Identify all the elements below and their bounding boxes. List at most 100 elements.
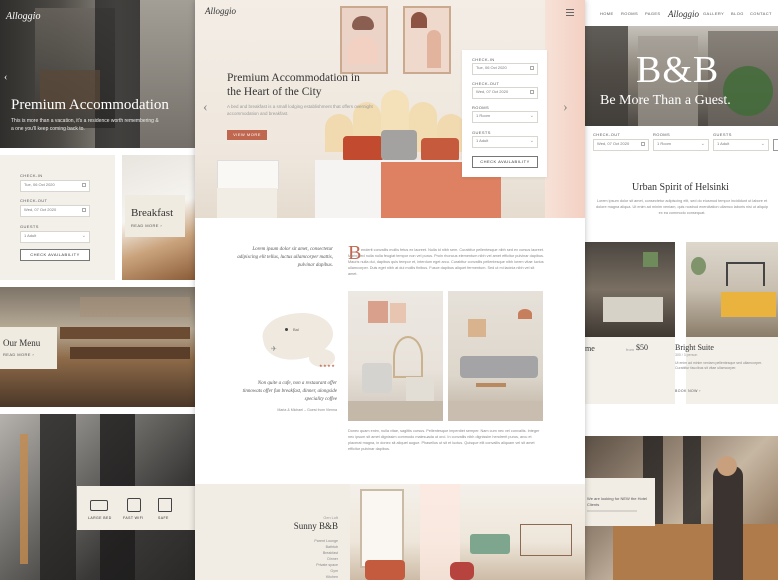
room-name-2: Bright Suite xyxy=(675,343,714,352)
safe-icon xyxy=(158,498,172,512)
nav-blog[interactable]: BLOG xyxy=(731,11,744,16)
amenity-label: FAST WIFI xyxy=(123,516,144,520)
right-hero: B&B Be More Than a Guest. xyxy=(583,26,778,126)
wifi-icon xyxy=(127,498,141,512)
calendar-icon xyxy=(530,90,534,94)
calendar-icon xyxy=(82,183,86,187)
checkout-field[interactable]: Wed, 07 Oct 2020 xyxy=(593,139,649,151)
guests-select[interactable]: 1 Adult ⌄ xyxy=(713,139,769,151)
breakfast-card: Breakfast READ MORE › xyxy=(122,155,195,280)
center-logo[interactable]: Alloggio xyxy=(205,6,236,16)
right-hero-subtitle: Be More Than a Guest. xyxy=(600,93,731,108)
rooms-select[interactable]: 1 Room ⌄ xyxy=(472,111,538,123)
view-more-button[interactable]: VIEW MORE xyxy=(227,130,267,140)
nav-contact[interactable]: CONTACT xyxy=(750,11,772,16)
guests-label: GUESTS xyxy=(713,132,732,137)
nav-rooms[interactable]: ROOMS xyxy=(621,11,638,16)
nav-gallery[interactable]: GALLERY xyxy=(703,11,724,16)
left-hero: Alloggio ‹ Premium Accommodation This is… xyxy=(0,0,195,148)
checkin-field[interactable]: Tue, 06 Oct 2020 xyxy=(20,180,90,192)
right-booking-form: CHECK-OUT Wed, 07 Oct 2020 ROOMS 1 Room ⌄… xyxy=(583,126,778,154)
chevron-down-icon: ⌄ xyxy=(529,138,534,144)
left-logo[interactable]: Alloggio xyxy=(6,11,40,22)
map-label: Bal xyxy=(293,327,299,332)
menu-caption-box: Our Menu READ MORE › xyxy=(0,327,57,369)
large-bed-icon xyxy=(90,500,108,511)
promo-text: We are looking for NEW the Hotel Clients xyxy=(587,496,647,507)
guests-label: GUESTS xyxy=(472,130,491,135)
map-pin-icon xyxy=(285,328,288,331)
checkin-value: Tue, 06 Oct 2020 xyxy=(24,182,55,187)
intro-right-text: enderit convallis mollis fetus ex laoree… xyxy=(348,248,544,276)
checkout-value: Wed, 07 Oct 2020 xyxy=(476,89,509,94)
submit-button[interactable] xyxy=(773,139,778,151)
room-image-1 xyxy=(583,242,675,337)
rating-stars: ★★★★ xyxy=(319,363,336,368)
interior-photo-2 xyxy=(448,291,543,421)
checkout-value: Wed, 07 Oct 2020 xyxy=(597,141,630,146)
checkin-label: CHECK-IN xyxy=(472,57,495,62)
room-caption-2: Bright Suite 300 / 3 person Ut enim ad m… xyxy=(675,337,778,404)
rooms-select[interactable]: 1 Room ⌄ xyxy=(653,139,709,151)
feature-item: Kitchen xyxy=(326,575,338,579)
checkout-label: CHECK-OUT xyxy=(20,198,48,203)
quote-author: Maria & Michael – Guest from Vienna xyxy=(277,408,337,412)
room-caption-1: ome from $50 xyxy=(583,337,675,404)
right-hero-big: B&B xyxy=(636,49,720,91)
guests-value: 1 Adult xyxy=(476,138,489,143)
center-prev-arrow-icon[interactable]: ‹ xyxy=(203,100,208,116)
checkout-value: Wed, 07 Oct 2020 xyxy=(24,207,57,212)
nav-home[interactable]: HOME xyxy=(600,11,614,16)
breakfast-title: Breakfast xyxy=(131,207,174,219)
amenity-label: SAFE xyxy=(158,516,169,520)
center-page: Premium Accommodation in the Heart of th… xyxy=(195,0,585,580)
nav-pages[interactable]: PAGES xyxy=(645,11,661,16)
left-prev-arrow-icon[interactable]: ‹ xyxy=(4,72,7,83)
guests-value: 1 Adult xyxy=(717,141,730,146)
amenity-label: LARGE BED xyxy=(88,516,112,520)
room-price-1: $50 xyxy=(636,343,648,352)
chevron-down-icon: ⌄ xyxy=(760,141,765,147)
right-logo[interactable]: Alloggio xyxy=(668,9,699,19)
promo-image: We are looking for NEW the Hotel Clients xyxy=(583,436,778,580)
menu-read-more-link[interactable]: READ MORE › xyxy=(3,352,34,357)
breakfast-caption-box: Breakfast READ MORE › xyxy=(125,195,185,237)
chevron-down-icon: ⌄ xyxy=(700,141,705,147)
intro-left-text: Lorem ipsum dolor sit amet, consectetur … xyxy=(237,247,333,268)
checkout-field[interactable]: Wed, 07 Oct 2020 xyxy=(472,87,538,99)
rooms-label: ROOMS xyxy=(472,105,490,110)
plane-icon: ✈ xyxy=(271,345,277,353)
menu-title: Our Menu xyxy=(3,338,41,348)
guests-select[interactable]: 1 Adult ⌄ xyxy=(472,136,538,148)
rooms-label: ROOMS xyxy=(653,132,671,137)
section-title: Urban Spirit of Helsinki xyxy=(632,182,729,193)
chevron-down-icon: ⌄ xyxy=(529,113,534,119)
center-next-arrow-icon[interactable]: › xyxy=(563,100,568,116)
check-availability-button[interactable]: CHECK AVAILABILITY xyxy=(472,156,538,168)
checkout-label: CHECK-OUT xyxy=(472,81,500,86)
room-meta-2: 300 / 3 person xyxy=(675,353,698,357)
center-hero-text: A bed and breakfast is a small lodging e… xyxy=(227,104,373,116)
menu-icon[interactable] xyxy=(566,9,574,16)
guests-value: 1 Adult xyxy=(24,233,37,238)
calendar-icon xyxy=(82,208,86,212)
checkin-label: CHECK-IN xyxy=(20,173,43,178)
guests-select[interactable]: 1 Adult ⌄ xyxy=(20,231,90,243)
check-availability-button[interactable]: CHECK AVAILABILITY xyxy=(20,249,90,261)
left-booking-form: CHECK-IN Tue, 06 Oct 2020 CHECK-OUT Wed,… xyxy=(0,155,115,280)
room-card-2[interactable]: Bright Suite 300 / 3 person Ut enim ad m… xyxy=(675,242,778,404)
book-now-link[interactable]: BOOK NOW › xyxy=(675,389,701,393)
checkin-field[interactable]: Tue, 06 Oct 2020 xyxy=(472,63,538,75)
sunny-title: Sunny B&B xyxy=(293,521,338,531)
amenities-strip: LARGE BED FAST WIFI SAFE xyxy=(77,486,195,530)
wall-art-1 xyxy=(340,6,388,74)
rooms-value: 1 Room xyxy=(476,113,491,118)
chevron-down-icon: ⌄ xyxy=(81,233,86,239)
map-illustration: ✈ Bal ★★★★ xyxy=(253,305,338,370)
rooms-value: 1 Room xyxy=(657,141,672,146)
room-card-1[interactable]: ome from $50 xyxy=(583,242,675,404)
breakfast-read-more-link[interactable]: READ MORE › xyxy=(131,223,162,228)
restaurant-image: Our Menu READ MORE › xyxy=(0,287,195,407)
center-booking-widget: CHECK-IN Tue, 06 Oct 2020 CHECK-OUT Wed,… xyxy=(462,50,547,177)
checkout-field[interactable]: Wed, 07 Oct 2020 xyxy=(20,205,90,217)
